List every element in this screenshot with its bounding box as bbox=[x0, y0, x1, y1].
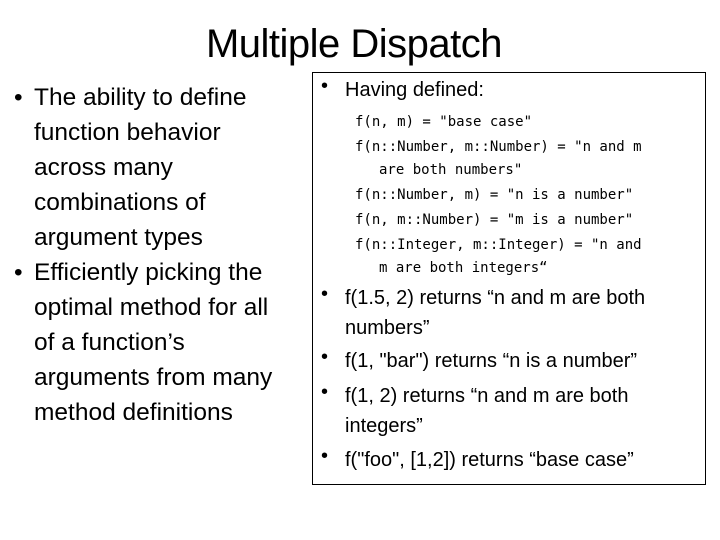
bullet-item: • Efficiently picking the optimal method… bbox=[8, 255, 308, 430]
bullet-line: The ability to define bbox=[34, 84, 247, 111]
box-heading: Having defined: bbox=[345, 79, 484, 101]
bullet-line: optimal method for all bbox=[34, 294, 269, 321]
bullet-icon: • bbox=[14, 259, 23, 286]
bullet-icon: • bbox=[321, 75, 329, 97]
bullet-line: arguments from many bbox=[34, 364, 273, 391]
bullet-item: • The ability to define function behavio… bbox=[8, 80, 308, 255]
bullet-icon: • bbox=[321, 346, 329, 368]
code-line-continuation: are both numbers" bbox=[379, 162, 523, 178]
bullet-icon: • bbox=[321, 283, 329, 305]
left-bullet-list: • The ability to define function behavio… bbox=[8, 80, 308, 430]
bullet-icon: • bbox=[321, 381, 329, 403]
code-block: f(n, m) = "base case" f(n::Number, m::Nu… bbox=[355, 110, 701, 281]
bullet-icon: • bbox=[14, 84, 23, 111]
code-line: f(n::Integer, m::Integer) = "n and bbox=[355, 237, 642, 253]
bullet-line: method definitions bbox=[34, 399, 233, 426]
bullet-line: combinations of bbox=[34, 189, 206, 216]
example-line: numbers” bbox=[345, 317, 430, 339]
slide-title: Multiple Dispatch bbox=[0, 18, 720, 70]
example-item: f(1.5, 2) returns “n and m are both numb… bbox=[345, 283, 697, 343]
example-item: f(1, "bar") returns “n is a number” bbox=[345, 346, 697, 376]
bullet-line: Efficiently picking the bbox=[34, 259, 263, 286]
example-item: f("foo", [1,2]) returns “base case” bbox=[345, 445, 697, 475]
bullet-line: argument types bbox=[34, 224, 203, 251]
code-line-continuation: m are both integers“ bbox=[379, 260, 548, 276]
example-line: f(1, 2) returns “n and m are both bbox=[345, 385, 629, 407]
bullet-line: across many bbox=[34, 154, 173, 181]
code-line: f(n::Number, m::Number) = "n and m bbox=[355, 139, 642, 155]
bullet-icon: • bbox=[321, 445, 329, 467]
code-line: f(n, m) = "base case" bbox=[355, 114, 533, 130]
bullet-line: function behavior bbox=[34, 119, 221, 146]
example-line: f(1.5, 2) returns “n and m are both bbox=[345, 287, 646, 309]
code-line: f(n, m::Number) = "m is a number" bbox=[355, 212, 634, 228]
code-line: f(n::Number, m) = "n is a number" bbox=[355, 187, 634, 203]
example-line: integers” bbox=[345, 415, 423, 437]
bullet-line: of a function’s bbox=[34, 329, 185, 356]
example-item: f(1, 2) returns “n and m are both intege… bbox=[345, 381, 697, 441]
example-line: f("foo", [1,2]) returns “base case” bbox=[345, 449, 634, 471]
example-box: • Having defined: f(n, m) = "base case" … bbox=[312, 72, 706, 485]
slide-title-text: Multiple Dispatch bbox=[205, 22, 503, 66]
example-line: f(1, "bar") returns “n is a number” bbox=[345, 350, 638, 372]
